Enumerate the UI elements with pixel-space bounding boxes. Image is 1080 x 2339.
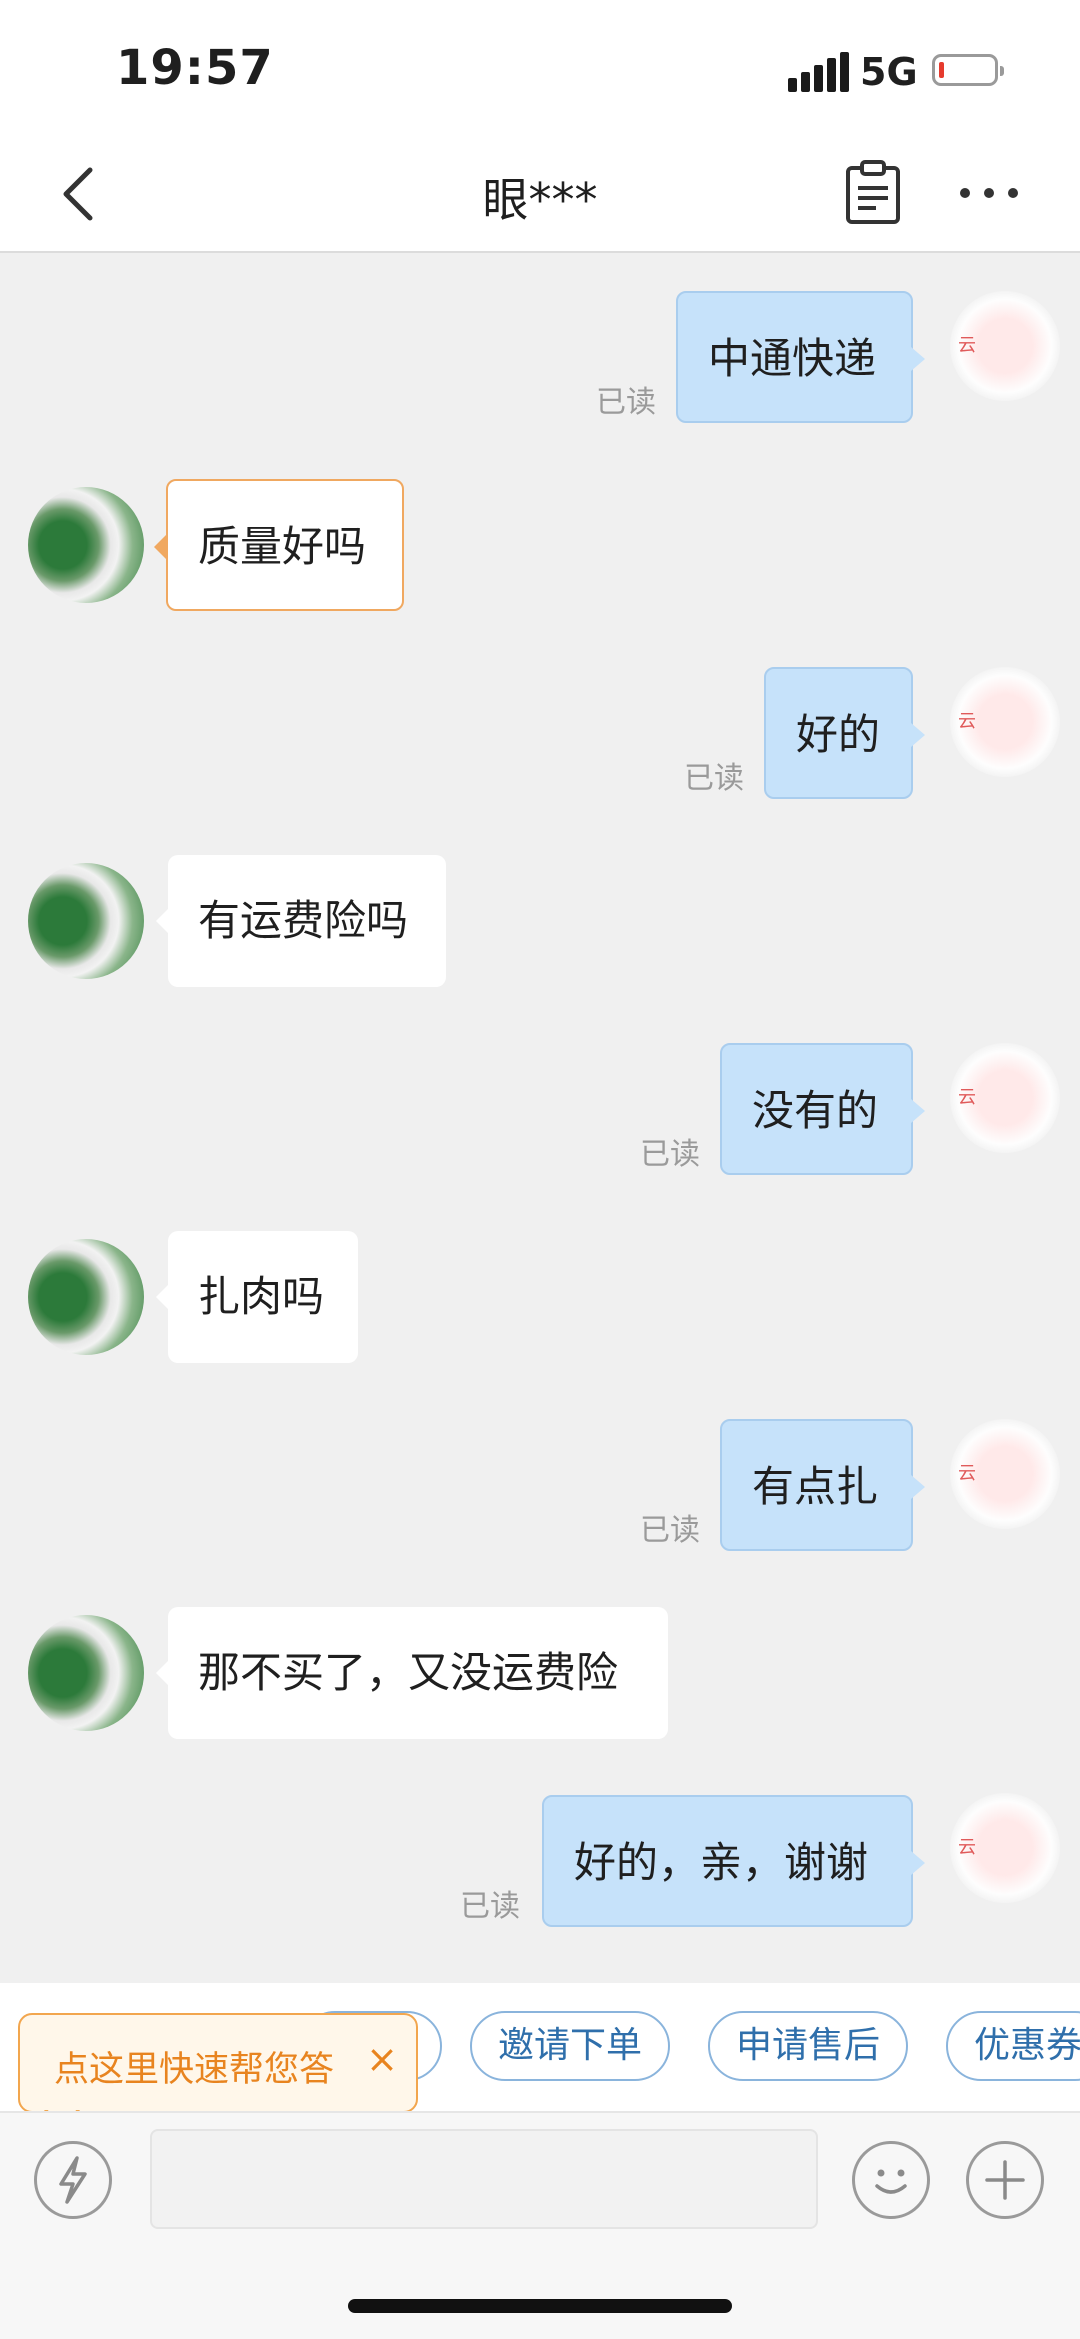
read-status: 已读 [596,385,656,420]
quick-answer-tip[interactable]: 点这里快速帮您答 × [18,2013,418,2113]
network-type: 5G [860,50,918,94]
message-bubble-outgoing[interactable]: 有点扎 [720,1419,925,1551]
message-row-incoming: 质量好吗 [0,479,1080,615]
message-row-outgoing: 已读 好的，亲，谢谢 [0,1795,1080,1931]
status-bar: 19:57 5G [0,0,1080,140]
message-input[interactable] [150,2129,818,2229]
message-bubble-incoming[interactable]: 那不买了，又没运费险 [156,1607,668,1739]
quick-reply-invite-order[interactable]: 邀请下单 [470,2011,671,2081]
read-status: 已读 [640,1513,700,1548]
plus-icon [985,2160,1025,2200]
order-button[interactable] [838,158,908,228]
home-indicator[interactable] [348,2299,732,2313]
message-bubble-incoming[interactable]: 有运费险吗 [156,855,446,987]
read-status: 已读 [460,1889,520,1924]
quick-reply-button[interactable] [34,2141,112,2219]
message-row-outgoing: 已读 有点扎 [0,1419,1080,1555]
message-bubble-incoming[interactable]: 质量好吗 [154,479,404,611]
message-row-outgoing: 已读 好的 [0,667,1080,803]
quick-reply-after-sales[interactable]: 申请售后 [708,2011,909,2081]
read-status: 已读 [640,1137,700,1172]
message-row-outgoing: 已读 没有的 [0,1043,1080,1179]
more-icon [960,188,1018,198]
tip-text: 点这里快速帮您答 [54,2050,335,2090]
message-row-outgoing: 已读 中通快递 [0,291,1080,427]
message-bubble-outgoing[interactable]: 好的，亲，谢谢 [542,1795,925,1927]
lightning-icon [59,2156,87,2204]
chat-area[interactable]: 云 云 云 云 云 已读 中通快递 质量好吗 已读 好的 有运费险吗 已读 没有… [0,253,1080,1983]
emoji-button[interactable] [852,2141,930,2219]
message-row-incoming: 扎肉吗 [0,1231,1080,1367]
smile-icon [875,2169,907,2194]
avatar[interactable] [28,487,144,603]
message-bubble-incoming[interactable]: 扎肉吗 [156,1231,358,1363]
chat-title: 眼*** [482,173,598,227]
more-actions-button[interactable] [966,2141,1044,2219]
battery-icon [932,54,1004,86]
message-bubble-outgoing[interactable]: 好的 [764,667,925,799]
avatar[interactable] [28,863,144,979]
avatar[interactable] [28,1239,144,1355]
avatar[interactable] [28,1615,144,1731]
message-row-incoming: 有运费险吗 [0,855,1080,991]
message-bubble-outgoing[interactable]: 中通快递 [676,291,925,423]
clipboard-icon [846,160,900,224]
status-time: 19:57 [116,40,274,96]
close-icon[interactable]: × [366,2037,398,2081]
message-bubble-outgoing[interactable]: 没有的 [720,1043,925,1175]
quick-reply-coupon[interactable]: 优惠券 [946,2011,1080,2081]
read-status: 已读 [684,761,744,796]
message-row-incoming: 那不买了，又没运费险 [0,1607,1080,1743]
signal-icon [788,52,849,92]
nav-bar: 眼*** [0,140,1080,253]
more-button[interactable] [954,158,1024,228]
